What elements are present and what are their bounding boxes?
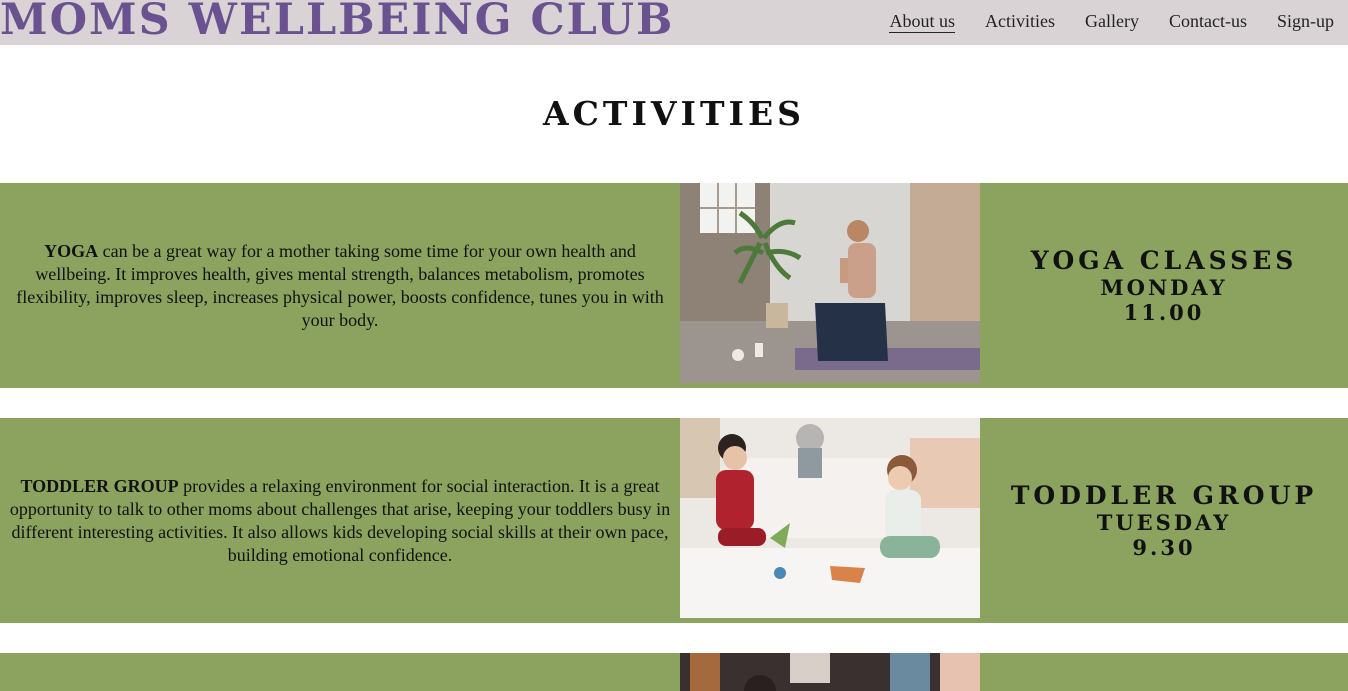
activity-description: YOGA can be a great way for a mother tak… bbox=[0, 183, 680, 388]
nav-gallery[interactable]: Gallery bbox=[1085, 10, 1139, 33]
nav-sign-up[interactable]: Sign-up bbox=[1277, 10, 1334, 33]
toddler-group-photo bbox=[680, 418, 980, 618]
activity-partial bbox=[0, 653, 1348, 691]
activity-toddler-group: TODDLER GROUP provides a relaxing enviro… bbox=[0, 418, 1348, 623]
page-title: ACTIVITIES bbox=[543, 94, 805, 133]
site-header: MOMS WELLBEING CLUB About us Activities … bbox=[0, 0, 1348, 45]
schedule-title: TODDLER GROUP bbox=[1010, 480, 1318, 510]
site-logo[interactable]: MOMS WELLBEING CLUB bbox=[0, 0, 674, 46]
schedule-time: 11.00 bbox=[1123, 299, 1205, 325]
nav-about-us[interactable]: About us bbox=[889, 10, 955, 33]
activity-schedule: YOGA CLASSES MONDAY 11.00 bbox=[980, 183, 1348, 388]
activity-text: can be a great way for a mother taking s… bbox=[16, 240, 664, 330]
schedule-day: TUESDAY bbox=[1096, 509, 1232, 535]
activity-photo bbox=[680, 653, 980, 691]
activity-description: TODDLER GROUP provides a relaxing enviro… bbox=[0, 418, 680, 623]
activity-lead: TODDLER GROUP bbox=[20, 475, 179, 496]
activity-yoga: YOGA can be a great way for a mother tak… bbox=[0, 183, 1348, 388]
activity-lead: YOGA bbox=[44, 240, 99, 261]
main-nav: About us Activities Gallery Contact-us S… bbox=[859, 10, 1334, 33]
nav-activities[interactable]: Activities bbox=[985, 10, 1055, 33]
nav-contact-us[interactable]: Contact-us bbox=[1169, 10, 1247, 33]
yoga-photo bbox=[680, 183, 980, 383]
schedule-day: MONDAY bbox=[1100, 274, 1228, 300]
schedule-title: YOGA CLASSES bbox=[1030, 245, 1298, 275]
activity-schedule: TODDLER GROUP TUESDAY 9.30 bbox=[980, 418, 1348, 623]
schedule-time: 9.30 bbox=[1132, 534, 1196, 560]
